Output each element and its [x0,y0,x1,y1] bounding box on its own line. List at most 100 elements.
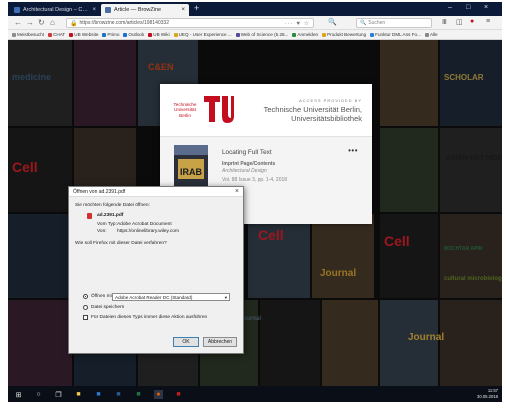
file-explorer-icon[interactable]: ■ [74,390,83,399]
bookmark-icon [48,32,53,37]
menu-icon[interactable]: ≡ [486,18,490,25]
file-type-label: Vom Typ: [97,222,117,227]
bookmark-icon [102,32,107,37]
bookmark-icon [424,32,429,37]
dialog-intro: Sie möchten folgende Datei öffnen: [75,203,150,208]
acrobat-icon[interactable]: ■ [174,390,183,399]
browzine-page: medicineC&ENSCHOLARCellCellCellJournalDe… [8,40,502,386]
close-tab-icon[interactable]: × [92,7,96,13]
close-tab-icon[interactable]: × [181,7,185,13]
search-input[interactable]: 🔍 Suchen [356,18,432,28]
url-text: https://browzine.com/articles/198140332 [79,20,169,26]
lock-icon: 🔒 [70,20,78,27]
sidebar-icon[interactable]: ◫ [456,18,463,26]
bookmark-item[interactable]: Anmelden [292,32,318,37]
file-name: ad.2391.pdf [97,213,124,218]
zoom-icon[interactable]: 🔍 [328,18,337,26]
tu-berlin-logo [204,96,234,123]
university-name: Technische Universität Berlin [173,102,197,118]
bookmark-label: Alle [429,32,438,37]
tab-favicon [14,7,20,13]
bookmark-item[interactable]: UB Website [69,32,98,37]
new-tab-button[interactable]: + [194,3,199,13]
bookmark-item[interactable]: CHAT [48,32,65,37]
outlook-icon[interactable]: ■ [94,390,103,399]
bookmark-item[interactable]: Funktur DML Ans Fo... [370,32,421,37]
firefox-icon[interactable]: ● [154,390,163,399]
bookmark-label: Anmelden [297,32,319,37]
dialog-question: Wie soll Firefox mit dieser Datei verfah… [75,241,167,246]
addon-icon[interactable]: ● [470,18,474,25]
dialog-title-text: Öffnen von ad.2391.pdf [73,189,126,195]
bookmark-item[interactable]: Produkt Bewertung [322,32,366,37]
task-view-icon[interactable]: ❐ [54,390,63,399]
remember-label[interactable]: Für Dateien dieses Typs immer diese Akti… [91,315,207,320]
bookmark-icon [292,32,297,37]
chevron-down-icon: ▾ [224,295,227,300]
bookmark-label: UEQ - User Experience ... [178,32,232,37]
provided-by-label: ACCESS PROVIDED BY [299,98,362,103]
navigation-bar: ← → ↻ ⌂ 🔒 https://browzine.com/articles/… [8,16,502,30]
pdf-file-icon [87,213,92,219]
bookmark-icon [123,32,128,37]
institution-name: Technische Universität Berlin, Universit… [264,105,362,123]
bookmark-item[interactable]: Primo [102,32,119,37]
bookmark-item[interactable]: UB Wiki [148,32,170,37]
tab-label: Architectural Design – Curre [23,7,90,13]
application-select[interactable]: Adobe Acrobat Reader DC (Standard) ▾ [112,293,230,301]
bookmark-icon [69,32,74,37]
ok-button[interactable]: OK [173,337,199,347]
system-clock: 11:57 30.05.2018 [477,388,498,399]
bookmark-item[interactable]: Outlook [123,32,144,37]
file-source-label: Von: [97,229,107,234]
word-icon[interactable]: ■ [114,390,123,399]
back-icon[interactable]: ← [14,18,22,27]
bookmark-label: UB Website [74,32,99,37]
open-with-label[interactable]: Öffnen mit [91,294,113,299]
excel-icon[interactable]: ■ [134,390,143,399]
tab-browzine[interactable]: Article — BrowZine × [101,4,189,16]
application-select-value: Adobe Acrobat Reader DC (Standard) [115,295,193,300]
bookmark-label: Funktur DML Ans Fo... [375,32,421,37]
bookmark-icon [173,32,178,37]
file-source-value: https://onlinelibrary.wiley.com [117,229,179,234]
search-icon: 🔍 [360,20,367,26]
cancel-button[interactable]: Abbrechen [203,337,237,347]
url-bar[interactable]: 🔒 https://browzine.com/articles/19814033… [66,18,314,28]
maximize-icon[interactable]: □ [466,4,470,11]
browser-window: Architectural Design – Curre × Article —… [8,2,502,402]
windows-taskbar: ⊞ ○ ❐ ■ ■ ■ ■ ● ■ 11:57 30.05.2018 [8,386,502,402]
institution-line-1: Technische Universität Berlin, [263,105,362,114]
institution-line-2: Universitätsbibliothek [291,114,362,123]
library-icon[interactable]: Ⅲ [442,18,447,26]
bookmark-item[interactable]: Web of Science (5.28... [235,32,288,37]
close-window-icon[interactable]: × [484,4,488,11]
minimize-icon[interactable]: – [448,4,452,11]
remember-checkbox[interactable] [83,315,88,320]
dialog-title: Öffnen von ad.2391.pdf × [69,187,243,197]
windows-start-icon[interactable]: ⊞ [14,390,23,399]
bookmark-label: Outlook [128,32,145,37]
bookmark-item[interactable]: Meistbesucht [12,32,44,37]
file-type-value: Adobe Acrobat Document [117,222,172,227]
bookmark-label: Produkt Bewertung [327,32,367,37]
open-file-dialog: Öffnen von ad.2391.pdf × Sie möchten fol… [68,186,244,354]
tab-architectural-design[interactable]: Architectural Design – Curre × [10,4,100,16]
article-title: Imprint Page/Contents [222,161,276,167]
card-header: Technische Universität Berlin ACCESS PRO… [160,84,372,136]
open-with-radio[interactable] [83,294,88,299]
bookmarks-bar: Meistbesucht CHAT UB Website Primo Outlook UB… [8,30,502,40]
save-file-label[interactable]: Datei speichern [91,305,124,310]
forward-icon[interactable]: → [26,18,34,27]
reload-icon[interactable]: ↻ [38,18,45,27]
home-icon[interactable]: ⌂ [50,18,55,27]
page-actions-icon[interactable]: ··· ♥ ☆ [285,20,310,27]
bookmark-label: Meistbesucht [17,32,45,37]
search-icon[interactable]: ○ [34,390,43,399]
save-file-radio[interactable] [83,305,88,310]
tab-label: Article — BrowZine [114,7,162,13]
bookmark-label: Primo [107,32,120,37]
bookmark-item[interactable]: Alle [424,32,438,37]
close-dialog-icon[interactable]: × [235,188,239,195]
bookmark-item[interactable]: UEQ - User Experience ... [173,32,232,37]
